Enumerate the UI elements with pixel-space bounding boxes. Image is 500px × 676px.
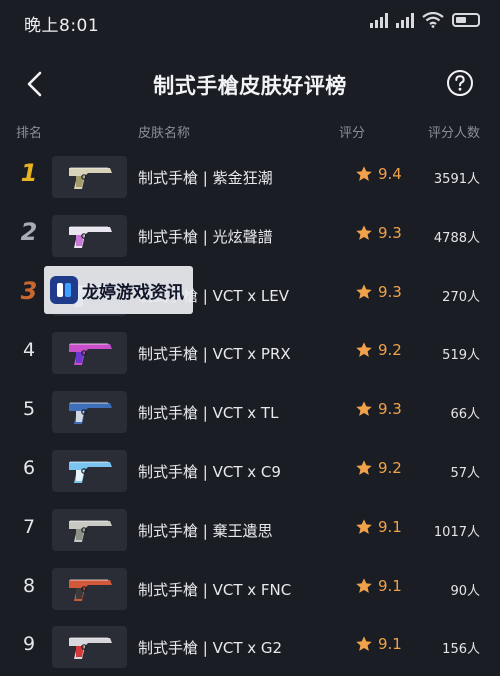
rating: 9.1 — [355, 635, 402, 653]
header-bar: 制式手槍皮肤好评榜 — [0, 56, 500, 112]
wifi-icon — [422, 12, 444, 28]
status-icons — [370, 12, 480, 28]
skin-name: 制式手槍 | VCT x PRX — [138, 345, 291, 364]
pistol-icon — [69, 343, 112, 366]
rating: 9.4 — [355, 165, 402, 183]
pistol-icon — [69, 167, 112, 189]
rank-number: 9 — [22, 633, 36, 656]
rating-value: 9.1 — [378, 517, 402, 536]
rating: 9.2 — [355, 341, 402, 359]
pistol-icon — [69, 637, 112, 660]
rating-value: 9.3 — [378, 223, 402, 242]
battery-icon — [452, 13, 480, 27]
skin-thumbnail — [52, 391, 127, 434]
rating-value: 9.1 — [378, 576, 402, 595]
ranking-row[interactable]: 1 制式手槍 | 紫金狂潮 9.4 3591人 — [0, 148, 500, 206]
skin-thumbnail — [52, 626, 127, 669]
rating-count: 156人 — [442, 642, 480, 658]
battery-level — [456, 17, 467, 23]
skin-thumbnail — [52, 332, 127, 375]
pistol-icon — [69, 519, 112, 542]
star-icon — [356, 577, 372, 593]
ranking-row[interactable]: 9 制式手槍 | VCT x G2 9.1 156人 — [0, 618, 500, 676]
skin-name: 制式手槍 | 光炫聲譜 — [138, 227, 273, 246]
star-icon — [356, 519, 372, 534]
column-header-name: 皮肤名称 — [138, 126, 191, 141]
rating-value: 9.3 — [378, 400, 402, 419]
rating-count: 519人 — [442, 348, 480, 364]
rating-value: 9.1 — [378, 635, 402, 654]
rating-count: 57人 — [450, 466, 480, 481]
rank-number: 1 — [20, 159, 38, 187]
rank-number: 8 — [22, 574, 36, 597]
column-header-rank: 排名 — [16, 126, 43, 141]
skin-thumbnail — [52, 214, 127, 257]
rating-value: 9.3 — [378, 282, 402, 301]
rating-value: 9.4 — [378, 165, 402, 183]
watermark-text: 龙婷游戏资讯 — [82, 283, 184, 303]
skin-thumbnail — [52, 156, 127, 198]
rating: 9.1 — [355, 518, 402, 536]
rating-count: 3591人 — [433, 172, 480, 187]
rating-count: 270人 — [442, 289, 480, 305]
rating: 9.3 — [355, 283, 402, 301]
rating: 9.3 — [355, 400, 402, 418]
rating: 9.2 — [355, 459, 402, 477]
rating-count: 90人 — [450, 583, 480, 599]
pistol-icon — [69, 578, 112, 601]
question-circle-icon[interactable] — [446, 69, 474, 97]
rating-count: 4788人 — [433, 230, 480, 246]
pistol-icon — [69, 225, 112, 248]
skin-thumbnail — [52, 450, 127, 492]
star-icon — [356, 166, 372, 181]
rating: 9.3 — [355, 224, 402, 242]
star-icon — [356, 283, 372, 299]
column-header-count: 评分人数 — [427, 126, 480, 141]
star-icon — [356, 225, 372, 240]
star-icon — [356, 342, 372, 358]
watermark: 龙婷游戏资讯 — [44, 266, 193, 314]
rank-number: 4 — [22, 339, 36, 362]
rank-number: 2 — [20, 217, 38, 246]
skin-name: 制式手槍 | VCT x TL — [138, 404, 279, 423]
page-title: 制式手槍皮肤好评榜 — [153, 74, 347, 98]
skin-name: 制式手槍 | VCT x FNC — [138, 580, 292, 599]
pistol-icon — [69, 402, 112, 425]
status-time: 晚上8:01 — [24, 16, 100, 36]
ranking-row[interactable]: 8 制式手槍 | VCT x FNC 9.1 90人 — [0, 560, 500, 618]
status-bar: 晚上8:01 — [0, 0, 500, 44]
signal-icon-2 — [396, 12, 414, 28]
skin-thumbnail — [52, 508, 127, 551]
signal-icon — [370, 12, 388, 28]
pistol-icon — [69, 461, 112, 483]
star-icon — [356, 460, 372, 475]
rating-count: 1017人 — [433, 524, 480, 540]
rating-value: 9.2 — [378, 459, 402, 477]
skin-name: 制式手槍 | VCT x G2 — [138, 639, 283, 658]
ranking-row[interactable]: 2 制式手槍 | 光炫聲譜 9.3 4788人 — [0, 207, 500, 265]
column-header-score: 评分 — [339, 126, 366, 141]
rank-number: 3 — [20, 276, 38, 305]
rating-count: 66人 — [450, 407, 480, 423]
star-icon — [356, 401, 372, 417]
star-icon — [356, 636, 372, 652]
skin-name: 制式手槍 | 紫金狂潮 — [138, 169, 273, 187]
rank-number: 7 — [22, 515, 36, 538]
skin-thumbnail — [52, 567, 127, 610]
rating: 9.1 — [355, 577, 402, 595]
rank-number: 6 — [22, 457, 36, 479]
column-headers: 排名 皮肤名称 评分 评分人数 — [0, 120, 500, 142]
ranking-row[interactable]: 4 制式手槍 | VCT x PRX 9.2 519人 — [0, 324, 500, 382]
watermark-logo-icon — [50, 276, 78, 304]
skin-name: 制式手槍 | 棄王遺思 — [138, 521, 273, 540]
ranking-row[interactable]: 6 制式手槍 | VCT x C9 9.2 57人 — [0, 442, 500, 500]
rank-number: 5 — [22, 398, 36, 421]
rating-value: 9.2 — [378, 341, 402, 360]
skin-name: 制式手槍 | VCT x C9 — [138, 463, 281, 481]
ranking-row[interactable]: 5 制式手槍 | VCT x TL 9.3 66人 — [0, 383, 500, 441]
ranking-row[interactable]: 7 制式手槍 | 棄王遺思 9.1 1017人 — [0, 501, 500, 559]
